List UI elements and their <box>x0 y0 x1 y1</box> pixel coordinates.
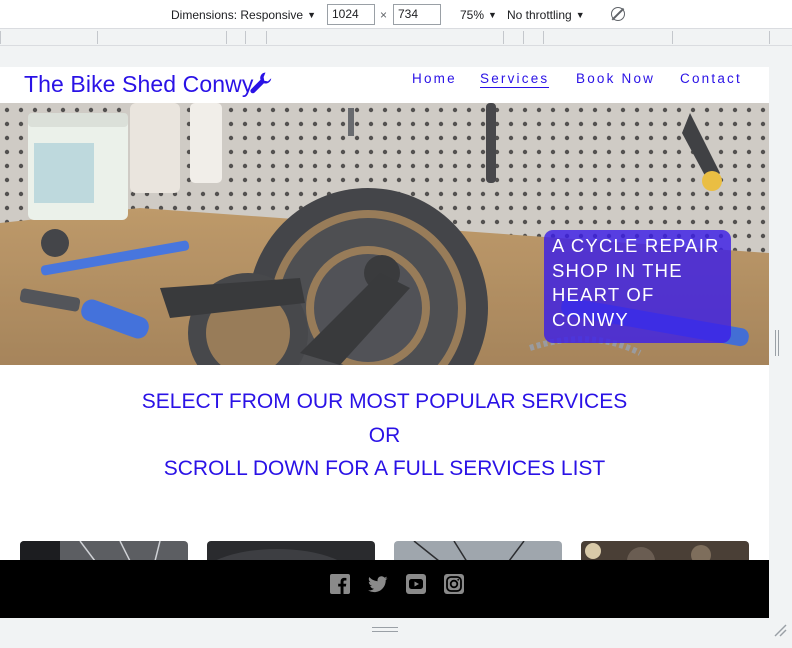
ruler-tick <box>769 31 770 44</box>
dropdown-caret-icon: ▼ <box>307 10 316 20</box>
ruler-tick <box>245 31 246 44</box>
instagram-icon[interactable] <box>444 574 464 594</box>
ruler-tick <box>266 31 267 44</box>
devtools-device-toolbar: Dimensions: Responsive ▼ 1024 × 734 75% ▼ … <box>0 0 792 29</box>
hero-callout: A CYCLE REPAIR SHOP IN THE HEART OF CONW… <box>544 230 731 343</box>
nav-contact[interactable]: Contact <box>680 71 742 86</box>
ruler-tick <box>543 31 544 44</box>
media-query-ruler[interactable] <box>0 29 792 46</box>
throttling-label: No throttling <box>507 8 572 22</box>
services-heading-line: OR <box>368 423 401 447</box>
services-heading-line: SCROLL DOWN FOR A FULL SERVICES LIST <box>163 457 606 480</box>
services-heading: SELECT FROM OUR MOST POPULAR SERVICES OR… <box>0 385 769 486</box>
dimension-separator: × <box>380 8 388 22</box>
wrench-icon <box>250 72 272 94</box>
resize-corner-icon[interactable] <box>773 623 787 637</box>
rotate-disabled-icon[interactable] <box>611 7 625 21</box>
ruler-tick <box>523 31 524 44</box>
site-logo[interactable]: The Bike Shed Conwy <box>24 71 253 98</box>
ruler-tick <box>672 31 673 44</box>
nav-home[interactable]: Home <box>412 71 457 86</box>
zoom-label: 75% <box>460 8 485 22</box>
height-input[interactable]: 734 <box>393 4 441 25</box>
site-footer <box>0 560 769 618</box>
nav-services[interactable]: Services <box>480 71 550 88</box>
dimensions-label: Dimensions: Responsive <box>171 8 304 22</box>
twitter-icon[interactable] <box>368 574 388 594</box>
site-header: The Bike Shed Conwy Home Services Book N… <box>0 67 769 103</box>
nav-book-now[interactable]: Book Now <box>576 71 655 86</box>
ruler-tick <box>226 31 227 44</box>
youtube-icon[interactable] <box>406 574 426 594</box>
ruler-tick <box>97 31 98 44</box>
zoom-dropdown[interactable]: 75% ▼ <box>460 7 497 24</box>
viewport-resize-handle-bottom[interactable] <box>372 627 398 632</box>
facebook-icon[interactable] <box>330 574 350 594</box>
width-input[interactable]: 1024 <box>327 4 375 25</box>
dimensions-dropdown[interactable]: Dimensions: Responsive ▼ <box>171 7 316 24</box>
dropdown-caret-icon: ▼ <box>488 10 497 20</box>
emulated-viewport: The Bike Shed Conwy Home Services Book N… <box>0 67 769 618</box>
ruler-tick <box>0 31 1 44</box>
hero-banner: A CYCLE REPAIR SHOP IN THE HEART OF CONW… <box>0 103 769 365</box>
ruler-tick <box>503 31 504 44</box>
dropdown-caret-icon: ▼ <box>575 10 585 20</box>
throttling-dropdown[interactable]: No throttling ▼ <box>507 7 585 24</box>
services-heading-line: SELECT FROM OUR MOST POPULAR SERVICES <box>141 390 628 413</box>
viewport-resize-handle-right[interactable] <box>775 330 779 356</box>
